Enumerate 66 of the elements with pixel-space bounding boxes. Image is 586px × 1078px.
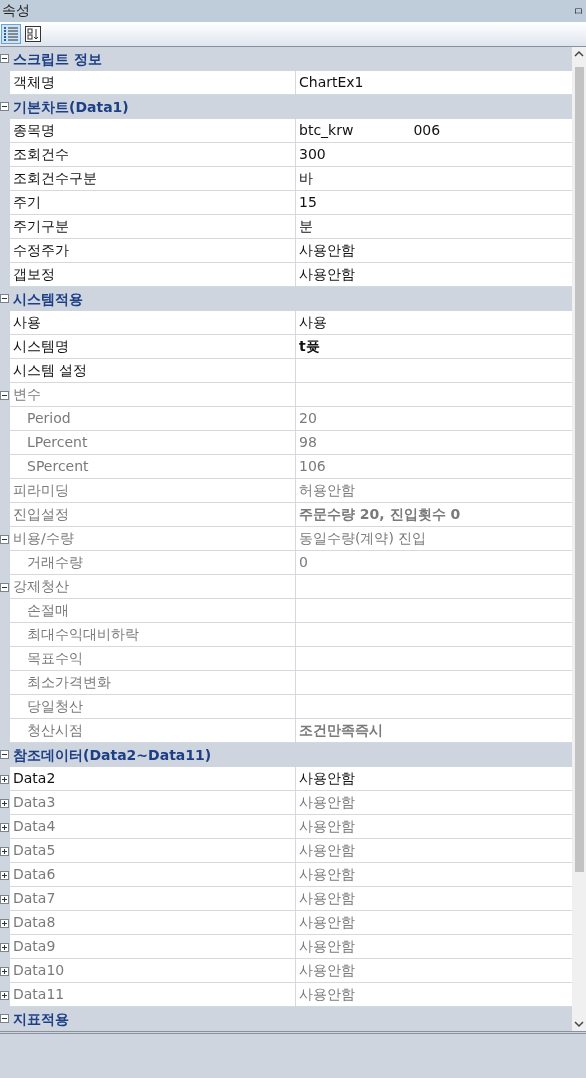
property-name: 변수	[13, 385, 41, 404]
property-name: Data3	[13, 793, 56, 812]
property-name: 주기구분	[13, 217, 69, 236]
category-header[interactable]: 스크립트 정보	[10, 47, 102, 70]
property-name: 비용/수량	[13, 529, 74, 548]
property-name: 최소가격변화	[27, 673, 111, 692]
collapse-icon[interactable]	[0, 750, 9, 759]
property-value[interactable]: 사용안함	[299, 263, 355, 286]
sort-icon	[25, 26, 41, 42]
property-name: 거래수량	[27, 553, 83, 572]
property-name: Data9	[13, 937, 56, 956]
scroll-thumb[interactable]	[574, 67, 584, 872]
property-name: Data8	[13, 913, 56, 932]
property-name: Data10	[13, 961, 65, 980]
property-name: 당일청산	[27, 697, 83, 716]
property-name: 피라미딩	[13, 481, 69, 500]
property-name: Period	[27, 409, 71, 428]
property-name: Data11	[13, 985, 65, 1004]
property-name: 조회건수구분	[13, 169, 97, 188]
list-icon	[3, 26, 19, 42]
property-name: 강제청산	[13, 577, 69, 596]
property-name: 청산시점	[27, 721, 83, 740]
property-name: LPercent	[27, 433, 88, 452]
property-name: 진입설정	[13, 505, 69, 524]
collapse-icon[interactable]	[0, 54, 9, 63]
category-header[interactable]: 기본차트(Data1)	[10, 95, 129, 118]
property-value[interactable]: 바	[299, 167, 313, 190]
category-header[interactable]: 시스템적용	[10, 287, 83, 310]
collapse-icon[interactable]	[0, 102, 9, 111]
property-name: 종목명	[13, 121, 55, 140]
pin-button[interactable]: ㅁ	[571, 3, 586, 19]
property-name: Data4	[13, 817, 56, 836]
collapse-icon[interactable]	[0, 294, 9, 303]
property-name: Data7	[13, 889, 56, 908]
property-name: 시스템 설정	[13, 361, 88, 380]
expand-icon[interactable]	[0, 774, 9, 784]
property-name: 수정주가	[13, 241, 69, 260]
property-name: 주기	[13, 193, 41, 212]
property-value[interactable]: btc_krw	[299, 119, 354, 142]
property-name: 객체명	[13, 73, 55, 92]
alphabetical-button[interactable]	[23, 24, 43, 44]
property-name: 손절매	[27, 601, 69, 620]
panel-title: 속성	[1, 2, 31, 20]
property-name: 최대수익대비하락	[27, 625, 139, 644]
property-value: 006	[413, 121, 441, 140]
collapse-icon[interactable]	[0, 1014, 9, 1023]
property-value[interactable]: 사용안함	[299, 239, 355, 262]
property-value[interactable]: 사용	[299, 311, 327, 334]
property-name: 시스템명	[13, 337, 69, 356]
property-value[interactable]: 300	[299, 143, 326, 166]
property-value[interactable]: 사용안함	[299, 767, 355, 790]
property-name: 목표수익	[27, 649, 83, 668]
property-name: 사용	[13, 313, 41, 332]
property-value[interactable]: 15	[299, 191, 317, 214]
property-name: 갭보정	[13, 265, 55, 284]
scrollbar[interactable]	[572, 47, 586, 1031]
property-value[interactable]: 분	[299, 215, 313, 238]
property-name: Data2	[13, 769, 56, 788]
category-header[interactable]: 참조데이터(Data2~Data11)	[10, 743, 212, 766]
categorized-button[interactable]	[1, 24, 21, 44]
property-name: 조회건수	[13, 145, 69, 164]
property-name: Data6	[13, 865, 56, 884]
category-header[interactable]: 지표적용	[10, 1007, 69, 1030]
property-name: Data5	[13, 841, 56, 860]
property-name: SPercent	[27, 457, 89, 476]
property-value[interactable]: t퓻	[299, 335, 320, 358]
